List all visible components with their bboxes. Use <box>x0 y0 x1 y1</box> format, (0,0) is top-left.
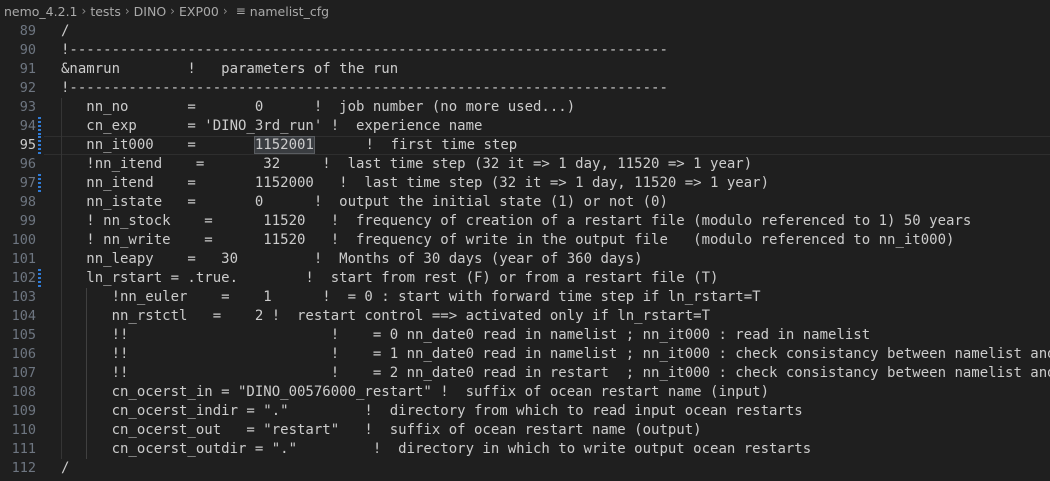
modified-line-indicator[interactable] <box>38 174 41 193</box>
breadcrumb-item-exp00[interactable]: EXP00 <box>179 4 219 19</box>
code-line[interactable]: 96 !nn_itend = 32 ! last time step (32 i… <box>0 155 1050 174</box>
code-line[interactable]: 105 !! ! = 0 nn_date0 read in namelist ;… <box>0 326 1050 345</box>
code-text[interactable]: nn_leapy = 30 ! Months of 30 days (year … <box>61 250 642 269</box>
code-text[interactable]: cn_exp = 'DINO_3rd_run' ! experience nam… <box>61 117 482 136</box>
code-text[interactable]: !---------------------------------------… <box>61 79 668 98</box>
line-number: 106 <box>11 346 36 362</box>
code-line[interactable]: 111 cn_ocerst_outdir = "." ! directory i… <box>0 440 1050 459</box>
line-number: 97 <box>19 175 36 191</box>
code-text[interactable]: cn_ocerst_out = "restart" ! suffix of oc… <box>61 421 702 440</box>
code-line[interactable]: 90 !-------------------------------------… <box>0 41 1050 60</box>
code-text[interactable]: nn_no = 0 ! job number (no more used...) <box>61 98 575 117</box>
breadcrumb-item-nemo[interactable]: nemo_4.2.1 <box>4 4 78 19</box>
code-text[interactable]: / <box>61 459 69 478</box>
code-line[interactable]: 103 !nn_euler = 1 ! = 0 : start with for… <box>0 288 1050 307</box>
code-line[interactable]: 89 / <box>0 22 1050 41</box>
code-text[interactable]: ! nn_stock = 11520 ! frequency of creati… <box>61 212 971 231</box>
modified-line-indicator[interactable] <box>38 136 41 155</box>
code-text[interactable]: &namrun ! parameters of the run <box>61 60 398 79</box>
code-text[interactable]: !! ! = 1 nn_date0 read in namelist ; nn_… <box>61 345 1050 364</box>
code-text[interactable]: nn_it000 = 1152001 ! first time step <box>61 136 517 155</box>
line-number: 105 <box>11 327 36 343</box>
chevron-right-icon: › <box>170 4 175 18</box>
line-number: 96 <box>19 156 36 172</box>
code-text[interactable]: cn_ocerst_in = "DINO_00576000_restart" !… <box>61 383 769 402</box>
line-number: 91 <box>19 61 36 77</box>
line-number: 111 <box>11 441 36 457</box>
code-text[interactable]: ! nn_write = 11520 ! frequency of write … <box>61 231 954 250</box>
code-line[interactable]: 98 nn_istate = 0 ! output the initial st… <box>0 193 1050 212</box>
code-editor[interactable]: 89 / 90 !----------------------------------… <box>0 22 1050 481</box>
line-number: 108 <box>11 384 36 400</box>
line-number: 101 <box>11 251 36 267</box>
code-text[interactable]: nn_rstctl = 2 ! restart control ==> acti… <box>61 307 710 326</box>
code-text[interactable]: / <box>61 22 69 41</box>
line-number: 107 <box>11 365 36 381</box>
code-line[interactable]: 93 nn_no = 0 ! job number (no more used.… <box>0 98 1050 117</box>
code-line[interactable]: 110 cn_ocerst_out = "restart" ! suffix o… <box>0 421 1050 440</box>
line-number: 104 <box>11 308 36 324</box>
code-line[interactable]: 100 ! nn_write = 11520 ! frequency of wr… <box>0 231 1050 250</box>
code-line[interactable]: 99 ! nn_stock = 11520 ! frequency of cre… <box>0 212 1050 231</box>
modified-line-indicator[interactable] <box>38 117 41 136</box>
modified-line-indicator[interactable] <box>38 269 41 288</box>
line-number: 110 <box>11 422 36 438</box>
code-line[interactable]: 101 nn_leapy = 30 ! Months of 30 days (y… <box>0 250 1050 269</box>
breadcrumb-file[interactable]: namelist_cfg <box>250 4 329 19</box>
line-number: 98 <box>19 194 36 210</box>
code-line[interactable]: 91 &namrun ! parameters of the run <box>0 60 1050 79</box>
line-number: 92 <box>19 80 36 96</box>
breadcrumb-item-tests[interactable]: tests <box>90 4 121 19</box>
line-number: 95 <box>19 137 36 153</box>
code-text[interactable]: nn_istate = 0 ! output the initial state… <box>61 193 668 212</box>
line-number: 112 <box>11 460 36 476</box>
breadcrumb: nemo_4.2.1 › tests › DINO › EXP00 › ≡ na… <box>0 0 1050 22</box>
code-text[interactable]: cn_ocerst_indir = "." ! directory from w… <box>61 402 803 421</box>
code-line[interactable]: 106 !! ! = 1 nn_date0 read in namelist ;… <box>0 345 1050 364</box>
line-number: 99 <box>19 213 36 229</box>
code-line[interactable]: 95 nn_it000 = 1152001 ! first time step <box>0 136 1050 155</box>
selected-text[interactable]: 1152001 <box>253 136 315 154</box>
code-text-after-selection: ! first time step <box>314 137 518 153</box>
code-text[interactable]: !! ! = 2 nn_date0 read in restart ; nn_i… <box>61 364 1050 383</box>
line-number: 93 <box>19 99 36 115</box>
chevron-right-icon: › <box>222 4 228 18</box>
code-text[interactable]: !nn_euler = 1 ! = 0 : start with forward… <box>61 288 761 307</box>
text-file-icon: ≡ <box>235 4 246 18</box>
code-line[interactable]: 108 cn_ocerst_in = "DINO_00576000_restar… <box>0 383 1050 402</box>
line-number: 100 <box>11 232 36 248</box>
chevron-right-icon: › <box>124 4 130 18</box>
code-line[interactable]: 104 nn_rstctl = 2 ! restart control ==> … <box>0 307 1050 326</box>
code-line[interactable]: 97 nn_itend = 1152000 ! last time step (… <box>0 174 1050 193</box>
line-number: 94 <box>19 118 36 134</box>
code-line[interactable]: 94 cn_exp = 'DINO_3rd_run' ! experience … <box>0 117 1050 136</box>
code-line[interactable]: 109 cn_ocerst_indir = "." ! directory fr… <box>0 402 1050 421</box>
code-text[interactable]: !nn_itend = 32 ! last time step (32 it =… <box>61 155 752 174</box>
code-line[interactable]: 102 ln_rstart = .true. ! start from rest… <box>0 269 1050 288</box>
line-number: 89 <box>19 23 36 39</box>
chevron-right-icon: › <box>81 4 87 18</box>
code-text[interactable]: !! ! = 0 nn_date0 read in namelist ; nn_… <box>61 326 871 345</box>
code-line[interactable]: 92 !-------------------------------------… <box>0 79 1050 98</box>
code-text[interactable]: nn_itend = 1152000 ! last time step (32 … <box>61 174 769 193</box>
line-number: 90 <box>19 42 36 58</box>
code-text-before-selection: nn_it000 = <box>61 137 255 153</box>
code-line[interactable]: 112 / <box>0 459 1050 478</box>
code-line[interactable]: 107 !! ! = 2 nn_date0 read in restart ; … <box>0 364 1050 383</box>
line-number: 103 <box>11 289 36 305</box>
line-number: 102 <box>11 270 36 286</box>
code-text[interactable]: cn_ocerst_outdir = "." ! directory in wh… <box>61 440 812 459</box>
line-number: 109 <box>11 403 36 419</box>
code-text[interactable]: !---------------------------------------… <box>61 41 668 60</box>
code-text[interactable]: ln_rstart = .true. ! start from rest (F)… <box>61 269 718 288</box>
breadcrumb-item-dino[interactable]: DINO <box>134 4 167 19</box>
